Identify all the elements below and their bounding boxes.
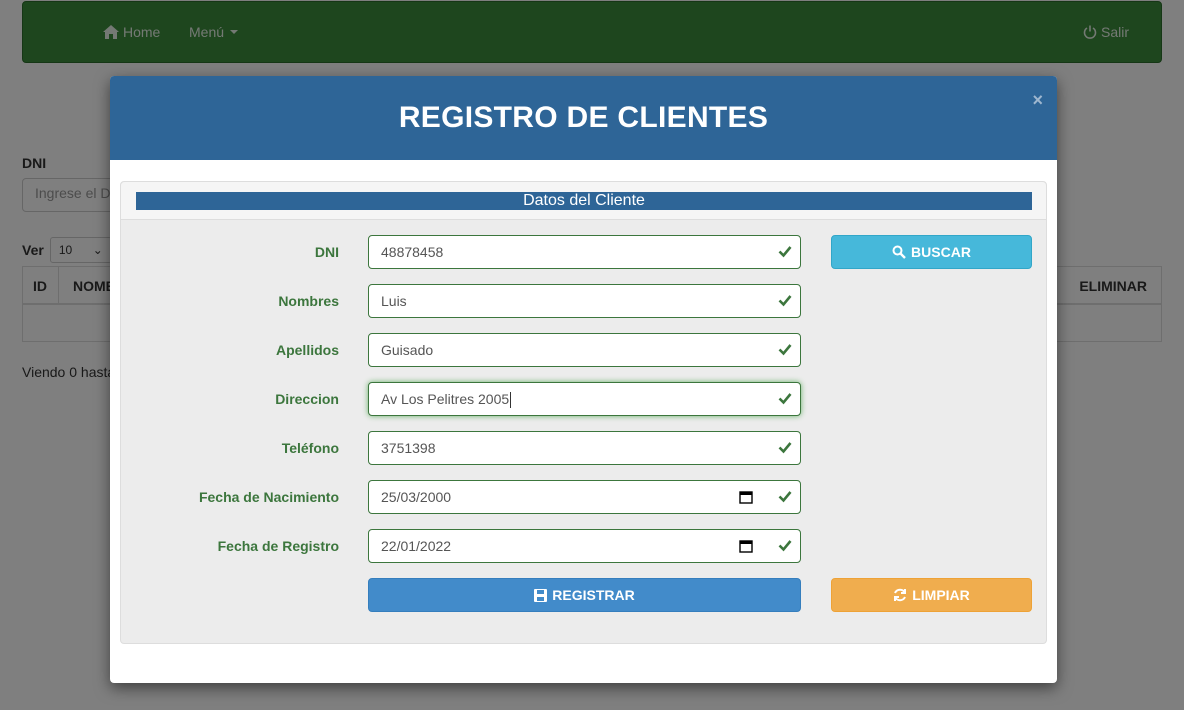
- fecha-registro-field[interactable]: 22/01/2022: [368, 529, 801, 563]
- panel-title: Datos del Cliente: [136, 192, 1032, 210]
- form-row-fecha-registro: Fecha de Registro 22/01/2022: [121, 529, 1048, 563]
- check-icon: [778, 491, 792, 503]
- apellidos-field[interactable]: Guisado: [368, 333, 801, 367]
- nombres-label: Nombres: [278, 293, 339, 309]
- check-icon: [778, 344, 792, 356]
- fecha-registro-label: Fecha de Registro: [217, 538, 339, 554]
- close-icon[interactable]: ×: [1032, 90, 1043, 111]
- form-row-fecha-nacimiento: Fecha de Nacimiento 25/03/2000: [121, 480, 1048, 514]
- check-icon: [778, 442, 792, 454]
- calendar-icon[interactable]: [739, 490, 753, 504]
- telefono-value: 3751398: [381, 440, 436, 456]
- check-icon: [778, 393, 792, 405]
- limpiar-label: LIMPIAR: [912, 587, 970, 603]
- check-icon: [778, 246, 792, 258]
- nombres-value: Luis: [381, 293, 407, 309]
- telefono-label: Teléfono: [281, 440, 339, 456]
- check-icon: [778, 295, 792, 307]
- text-cursor: [510, 392, 512, 409]
- buscar-button[interactable]: BUSCAR: [831, 235, 1032, 269]
- buscar-label: BUSCAR: [911, 244, 971, 260]
- save-icon: [534, 588, 548, 602]
- form-row-dni: DNI 48878458 BUSCAR: [121, 235, 1048, 269]
- apellidos-label: Apellidos: [275, 342, 339, 358]
- form-row-direccion: Direccion Av Los Pelitres 2005: [121, 382, 1048, 416]
- datos-cliente-panel: Datos del Cliente DNI 48878458 BUSCAR No…: [120, 181, 1047, 644]
- fecha-nacimiento-label: Fecha de Nacimiento: [198, 489, 339, 505]
- refresh-icon: [894, 588, 907, 602]
- telefono-field[interactable]: 3751398: [368, 431, 801, 465]
- search-icon: [892, 245, 906, 259]
- dni-label: DNI: [314, 244, 339, 260]
- fecha-registro-value: 22/01/2022: [381, 538, 452, 554]
- registrar-button[interactable]: REGISTRAR: [368, 578, 801, 612]
- calendar-icon[interactable]: [739, 539, 753, 553]
- form-row-apellidos: Apellidos Guisado: [121, 333, 1048, 367]
- registrar-label: REGISTRAR: [552, 587, 635, 603]
- check-icon: [778, 540, 792, 552]
- form-row-nombres: Nombres Luis: [121, 284, 1048, 318]
- dni-value: 48878458: [381, 244, 444, 260]
- registro-clientes-modal: REGISTRO DE CLIENTES × Datos del Cliente…: [110, 76, 1057, 683]
- limpiar-button[interactable]: LIMPIAR: [831, 578, 1032, 612]
- fecha-nacimiento-value: 25/03/2000: [381, 489, 452, 505]
- panel-heading: Datos del Cliente: [121, 182, 1046, 220]
- form-row-telefono: Teléfono 3751398: [121, 431, 1048, 465]
- fecha-nacimiento-field[interactable]: 25/03/2000: [368, 480, 801, 514]
- direccion-value: Av Los Pelitres 2005: [381, 391, 510, 407]
- nombres-field[interactable]: Luis: [368, 284, 801, 318]
- apellidos-value: Guisado: [381, 342, 434, 358]
- modal-header: REGISTRO DE CLIENTES ×: [110, 76, 1057, 160]
- direccion-label: Direccion: [275, 391, 339, 407]
- dni-field[interactable]: 48878458: [368, 235, 801, 269]
- direccion-field[interactable]: Av Los Pelitres 2005: [368, 382, 801, 416]
- modal-title: REGISTRO DE CLIENTES: [398, 101, 769, 134]
